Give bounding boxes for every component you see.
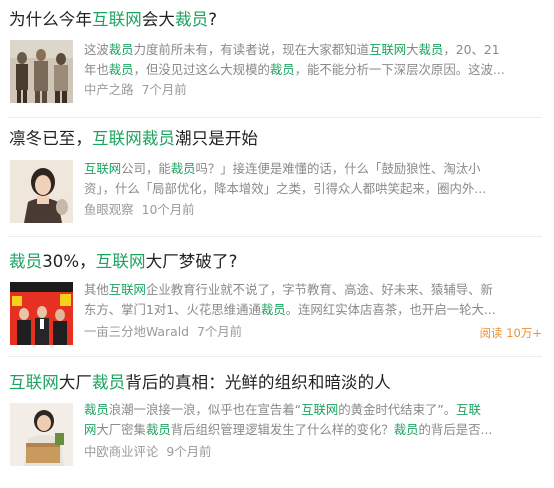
article-snippet: 这波裁员力度前所未有，有读者说，现在大家都知道互联网大裁员，20、21 年也裁员…	[84, 40, 532, 80]
text-segment: 企业教育行业就不说了，字节教育、高途、好未来、猿辅导、新	[145, 282, 493, 297]
text-segment: 其他	[84, 282, 109, 297]
business-team-thumbnail[interactable]	[10, 282, 73, 345]
text-segment: 会大	[141, 10, 176, 29]
keyword-highlight: 裁员	[108, 62, 134, 77]
publish-time: 10个月前	[141, 202, 195, 217]
keyword-highlight: 裁员	[108, 42, 134, 57]
text-segment: 凛冬已至，	[9, 129, 92, 148]
article-snippet: 其他互联网企业教育行业就不说了，字节教育、高途、好未来、猿辅导、新 东方、掌门1…	[84, 280, 532, 320]
author-name[interactable]: 一亩三分地Warald	[84, 324, 189, 339]
office-worker-box-thumbnail[interactable]	[10, 403, 73, 466]
text-segment: 大	[406, 42, 419, 57]
keyword-highlight: 网	[84, 422, 97, 437]
text-segment: 东方、掌门1对1、火花思维通通	[84, 302, 261, 317]
read-count: 阅读 10万+	[479, 326, 542, 340]
keyword-highlight: 互联网	[84, 161, 122, 176]
divider	[8, 236, 542, 237]
keyword-highlight: 裁员	[269, 62, 295, 77]
author-name[interactable]: 中欧商业评论	[84, 444, 158, 459]
keyword-highlight: 裁员	[418, 42, 444, 57]
text-segment: ，20、21	[443, 42, 500, 57]
text-segment: 这波	[84, 42, 109, 57]
text-segment: 背后组织管理逻辑发生了什么样的变化？	[170, 422, 394, 437]
keyword-highlight: 互联	[456, 402, 481, 417]
article-meta: 中欧商业评论 9个月前	[84, 443, 211, 461]
author-name[interactable]: 鱼眼观察	[84, 202, 134, 217]
publish-time: 7个月前	[197, 324, 243, 339]
article-list: 为什么今年互联网会大裁员? 这波裁员力度前所未有，有读者说，现在大家都知道互联网…	[0, 0, 554, 488]
text-segment: 30%，	[42, 252, 96, 271]
text-segment: 吗？」接连便是难懂的话，什么「鼓励狼性、淘汰小	[195, 161, 481, 176]
publish-time: 9个月前	[166, 444, 212, 459]
keyword-highlight: 裁员	[145, 422, 171, 437]
keyword-highlight: 互联网	[368, 42, 407, 57]
text-segment: ，能不能分析一下深层次原因。这波...	[294, 62, 505, 77]
people-protest-thumbnail[interactable]	[10, 40, 73, 103]
keyword-highlight: 互联网	[92, 10, 142, 29]
article-card[interactable]: 凛冬已至，互联网裁员潮只是开始 互联网公司，能裁员吗？」接连便是难懂的话，什么「…	[0, 128, 554, 236]
keyword-highlight: 裁员	[175, 10, 209, 29]
text-segment: 年也	[84, 62, 109, 77]
keyword-highlight: 裁员	[9, 252, 43, 271]
article-title[interactable]: 为什么今年互联网会大裁员?	[9, 9, 217, 31]
article-title[interactable]: 裁员30%，互联网大厂梦破了?	[9, 251, 237, 273]
keyword-highlight: 互联网	[95, 252, 146, 271]
text-segment: 公司，能	[121, 161, 171, 176]
keyword-highlight: 互联网	[301, 402, 339, 417]
keyword-highlight: 互联网	[92, 129, 142, 148]
keyword-highlight: 裁员	[141, 129, 176, 148]
text-segment: 大厂密集	[96, 422, 146, 437]
text-segment: 潮只是开始	[175, 129, 259, 148]
text-segment: ，但没见过这么大规模的	[133, 62, 270, 77]
text-segment: 资」，什么「局部优化，降本增效」之类，引得众人都哄笑起来，圈内外...	[84, 181, 487, 196]
article-meta: 鱼眼观察 10个月前	[84, 201, 195, 219]
article-snippet: 互联网公司，能裁员吗？」接连便是难懂的话，什么「鼓励狼性、淘汰小 资」，什么「局…	[84, 159, 532, 199]
text-segment: 的背后是否...	[418, 422, 493, 437]
woman-portrait-thumbnail[interactable]	[10, 160, 73, 223]
text-segment: 的黄金时代结束了”。	[338, 402, 457, 417]
author-name[interactable]: 中产之路	[84, 82, 134, 97]
keyword-highlight: 裁员	[92, 373, 126, 392]
keyword-highlight: 互联网	[9, 373, 59, 392]
keyword-highlight: 裁员	[393, 422, 419, 437]
text-segment: 浪潮一浪接一浪，似乎也在宣告着“	[108, 402, 302, 417]
text-segment: ?	[208, 10, 218, 29]
divider	[8, 356, 542, 357]
text-segment: 力度前所未有，有读者说，现在大家都知道	[133, 42, 369, 57]
text-segment: 。连网红实体店喜茶，也开启一轮大...	[285, 302, 496, 317]
keyword-highlight: 裁员	[170, 161, 196, 176]
article-title[interactable]: 互联网大厂裁员背后的真相：光鲜的组织和暗淡的人	[9, 372, 391, 394]
text-segment: 为什么今年	[9, 10, 92, 29]
text-segment: 背后的真相：光鲜的组织和暗淡的人	[125, 373, 391, 392]
article-card[interactable]: 裁员30%，互联网大厂梦破了? 其他互联网企业教育行业就不说了，字节教育、高途、…	[0, 251, 554, 355]
article-snippet: 裁员浪潮一浪接一浪，似乎也在宣告着“互联网的黄金时代结束了”。互联 网大厂密集裁…	[84, 400, 532, 440]
keyword-highlight: 互联网	[108, 282, 146, 297]
divider	[8, 117, 542, 118]
article-meta: 一亩三分地Warald 7个月前	[84, 323, 242, 341]
publish-time: 7个月前	[141, 82, 187, 97]
keyword-highlight: 裁员	[260, 302, 286, 317]
article-title[interactable]: 凛冬已至，互联网裁员潮只是开始	[9, 128, 258, 150]
text-segment: 大厂	[58, 373, 93, 392]
article-card[interactable]: 为什么今年互联网会大裁员? 这波裁员力度前所未有，有读者说，现在大家都知道互联网…	[0, 9, 554, 117]
article-card[interactable]: 互联网大厂裁员背后的真相：光鲜的组织和暗淡的人 裁员浪潮一浪接一浪，似乎也在宣告…	[0, 372, 554, 482]
text-segment: 大厂梦破了?	[145, 252, 238, 271]
article-meta: 中产之路 7个月前	[84, 81, 187, 99]
keyword-highlight: 裁员	[84, 402, 109, 417]
